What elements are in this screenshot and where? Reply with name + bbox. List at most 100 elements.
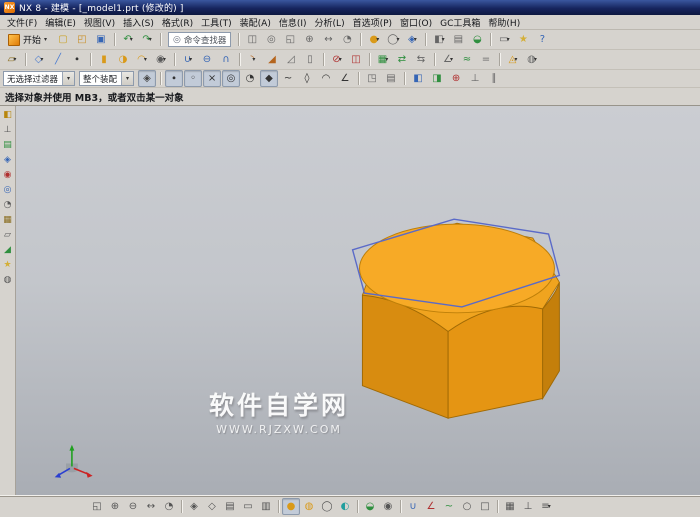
view-section-icon[interactable]: ◒ bbox=[468, 31, 486, 48]
snap-tangent-icon[interactable]: ◠ bbox=[317, 70, 335, 87]
snap-quadrant-icon[interactable]: ◔ bbox=[241, 70, 259, 87]
menu-format[interactable]: 格式(R) bbox=[158, 16, 197, 29]
system-scenes-icon[interactable]: ◍ bbox=[0, 273, 15, 288]
chevron-down-icon[interactable]: ▾ bbox=[62, 72, 74, 85]
window-icon[interactable]: ▭▾ bbox=[495, 31, 513, 48]
dropdown-arrow-icon[interactable]: ▾ bbox=[144, 57, 147, 63]
orient-view-icon[interactable]: ◈▾ bbox=[403, 31, 421, 48]
nut-top-face[interactable] bbox=[359, 224, 554, 313]
sketch-icon[interactable]: ▱▾ bbox=[3, 51, 21, 68]
reuse-library-icon[interactable]: ◈ bbox=[0, 153, 15, 168]
selection-extra-4-icon[interactable]: ⊥ bbox=[466, 70, 484, 87]
history-icon[interactable]: ◔ bbox=[0, 198, 15, 213]
dropdown-arrow-icon[interactable]: ▾ bbox=[189, 57, 192, 63]
shaded-display-icon[interactable]: ●▾ bbox=[365, 31, 383, 48]
zoom-in-icon[interactable]: ⊕ bbox=[106, 498, 124, 515]
trimetric-view-icon[interactable]: ◈ bbox=[185, 498, 203, 515]
trim-body-icon[interactable]: ⊘▾ bbox=[328, 51, 346, 68]
menu-analysis[interactable]: 分析(L) bbox=[311, 16, 349, 29]
dropdown-arrow-icon[interactable]: ▾ bbox=[534, 57, 537, 63]
zoom-icon[interactable]: ⊕ bbox=[300, 31, 318, 48]
curve-tool-1-icon[interactable]: ∪ bbox=[404, 498, 422, 515]
sweep-icon[interactable]: ◠▾ bbox=[133, 51, 151, 68]
menu-edit[interactable]: 编辑(E) bbox=[41, 16, 80, 29]
menu-file[interactable]: 文件(F) bbox=[3, 16, 41, 29]
wireframe-icon[interactable]: ◯ bbox=[318, 498, 336, 515]
wcs-toggle-icon[interactable]: ⊥ bbox=[519, 498, 537, 515]
assembly-navigator-icon[interactable]: ◧ bbox=[0, 108, 15, 123]
dropdown-arrow-icon[interactable]: ▾ bbox=[514, 57, 517, 63]
dropdown-arrow-icon[interactable]: ▾ bbox=[13, 57, 16, 63]
datum-axis-icon[interactable]: ╱ bbox=[49, 51, 67, 68]
top-view-icon[interactable]: ▤ bbox=[221, 498, 239, 515]
roles-icon[interactable]: ★ bbox=[514, 31, 532, 48]
snapshot-icon[interactable]: ◉ bbox=[379, 498, 397, 515]
zoom-out-icon[interactable]: ⊖ bbox=[124, 498, 142, 515]
triad-toggle-icon[interactable]: ◳ bbox=[363, 70, 381, 87]
revolve-icon[interactable]: ◑ bbox=[114, 51, 132, 68]
move-face-icon[interactable]: ⇆ bbox=[412, 51, 430, 68]
shaded-icon[interactable]: ◍ bbox=[300, 498, 318, 515]
help-icon[interactable]: ? bbox=[533, 31, 551, 48]
snap-endpoint-icon[interactable]: ∙ bbox=[165, 70, 183, 87]
front-view-icon[interactable]: ▭ bbox=[239, 498, 257, 515]
menu-view[interactable]: 视图(V) bbox=[80, 16, 119, 29]
curve-tool-5-icon[interactable]: □ bbox=[476, 498, 494, 515]
layer-settings-icon[interactable]: ▤ bbox=[449, 31, 467, 48]
work-layer-icon[interactable]: ▤ bbox=[382, 70, 400, 87]
pan-view-icon[interactable]: ↔ bbox=[142, 498, 160, 515]
snap-enable-icon[interactable]: ◈ bbox=[138, 70, 156, 87]
nut-front-face[interactable] bbox=[448, 306, 543, 418]
mirror-feature-icon[interactable]: ⇄ bbox=[393, 51, 411, 68]
menu-information[interactable]: 信息(I) bbox=[275, 16, 311, 29]
hole-icon[interactable]: ◉▾ bbox=[152, 51, 170, 68]
expressions-icon[interactable]: = bbox=[477, 51, 495, 68]
analysis-icon[interactable]: ≈ bbox=[458, 51, 476, 68]
dropdown-arrow-icon[interactable]: ▾ bbox=[339, 57, 342, 63]
draft-icon[interactable]: ◿ bbox=[282, 51, 300, 68]
more-tools-icon[interactable]: ≡▾ bbox=[537, 498, 555, 515]
more-features-icon[interactable]: ◍▾ bbox=[523, 51, 541, 68]
pattern-feature-icon[interactable]: ▦▾ bbox=[374, 51, 392, 68]
wireframe-display-icon[interactable]: ◯▾ bbox=[384, 31, 402, 48]
command-finder[interactable]: ◎ 命令查找器 bbox=[168, 32, 231, 47]
dropdown-arrow-icon[interactable]: ▾ bbox=[376, 37, 379, 43]
show-hide-icon[interactable]: ◧▾ bbox=[430, 31, 448, 48]
open-file-icon[interactable]: ◰ bbox=[73, 31, 91, 48]
selection-extra-1-icon[interactable]: ◧ bbox=[409, 70, 427, 87]
chamfer-icon[interactable]: ◢ bbox=[263, 51, 281, 68]
dropdown-arrow-icon[interactable]: ▾ bbox=[163, 57, 166, 63]
snap-midpoint-icon[interactable]: ◦ bbox=[184, 70, 202, 87]
process-studio-icon[interactable]: ▱ bbox=[0, 228, 15, 243]
part-navigator-icon[interactable]: ▤ bbox=[0, 138, 15, 153]
dropdown-arrow-icon[interactable]: ▾ bbox=[252, 57, 255, 63]
start-menu-button[interactable]: 开始 ▾ bbox=[3, 31, 52, 49]
shell-icon[interactable]: ▯ bbox=[301, 51, 319, 68]
selection-extra-3-icon[interactable]: ⊕ bbox=[447, 70, 465, 87]
synchronous-modeling-icon[interactable]: ◬▾ bbox=[504, 51, 522, 68]
dropdown-arrow-icon[interactable]: ▾ bbox=[548, 504, 551, 510]
pan-icon[interactable]: ↔ bbox=[319, 31, 337, 48]
split-body-icon[interactable]: ◫ bbox=[347, 51, 365, 68]
menu-window[interactable]: 窗口(O) bbox=[396, 16, 436, 29]
selection-extra-2-icon[interactable]: ◨ bbox=[428, 70, 446, 87]
clip-section-icon[interactable]: ◒ bbox=[361, 498, 379, 515]
studio-render-icon[interactable]: ◐ bbox=[336, 498, 354, 515]
refresh-view-icon[interactable]: ◎ bbox=[262, 31, 280, 48]
selection-scope-combo[interactable]: 整个装配 ▾ bbox=[79, 71, 134, 86]
menu-preferences[interactable]: 首选项(P) bbox=[349, 16, 396, 29]
type-filter-combo[interactable]: 无选择过滤器 ▾ bbox=[3, 71, 75, 86]
hd3d-tools-icon[interactable]: ◉ bbox=[0, 168, 15, 183]
touch-mode-icon[interactable]: ◫ bbox=[243, 31, 261, 48]
graphics-window[interactable]: 软件自学网 WWW.RJZXW.COM bbox=[16, 106, 700, 495]
system-materials-icon[interactable]: ▦ bbox=[0, 213, 15, 228]
rotate-view-icon[interactable]: ◔ bbox=[160, 498, 178, 515]
menu-gc-toolbox[interactable]: GC工具箱 bbox=[436, 16, 484, 29]
dropdown-arrow-icon[interactable]: ▾ bbox=[130, 37, 133, 43]
dropdown-arrow-icon[interactable]: ▾ bbox=[442, 37, 445, 43]
point-icon[interactable]: ∙ bbox=[68, 51, 86, 68]
edge-blend-icon[interactable]: ◝▾ bbox=[244, 51, 262, 68]
web-browser-icon[interactable]: ◎ bbox=[0, 183, 15, 198]
menu-tools[interactable]: 工具(T) bbox=[197, 16, 236, 29]
constraint-navigator-icon[interactable]: ⊥ bbox=[0, 123, 15, 138]
